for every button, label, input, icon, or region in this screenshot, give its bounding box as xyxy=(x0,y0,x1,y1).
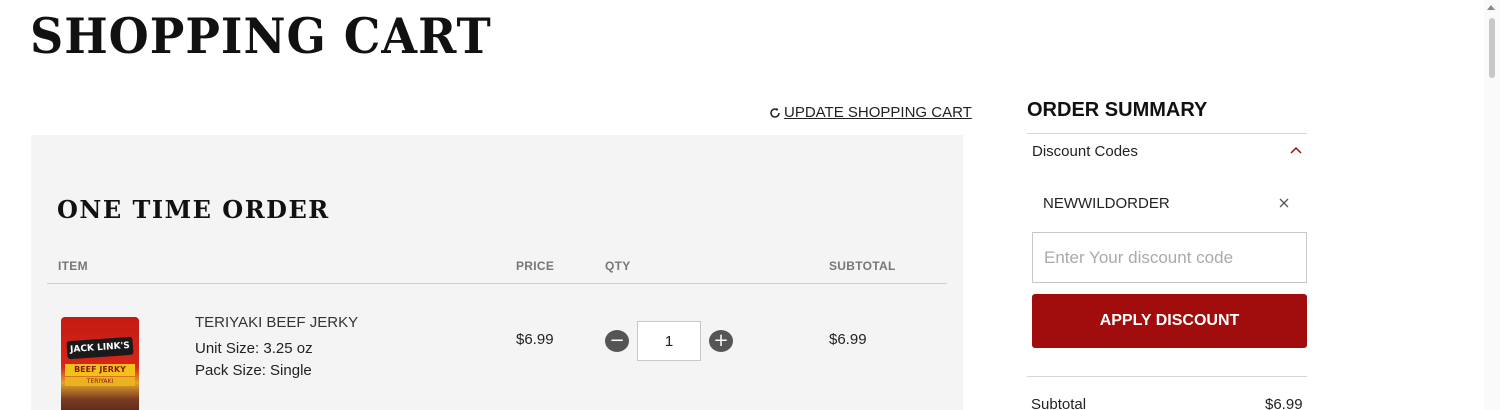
scroll-up-arrow[interactable] xyxy=(1487,5,1495,10)
discount-codes-label: Discount Codes xyxy=(1032,143,1138,160)
minus-icon: − xyxy=(609,330,625,351)
pack-size-row: Pack Size: Single xyxy=(195,362,312,379)
column-header-qty: QTY xyxy=(605,259,631,273)
order-summary-title: ORDER SUMMARY xyxy=(1027,99,1208,121)
summary-subtotal-value: $6.99 xyxy=(1265,396,1303,410)
qty-input[interactable] xyxy=(637,321,701,361)
discount-code-input[interactable] xyxy=(1032,232,1307,283)
refresh-icon xyxy=(770,107,780,118)
applied-discount-code: NEWWILDORDER xyxy=(1043,195,1170,212)
update-shopping-cart-label: UPDATE SHOPPING CART xyxy=(784,104,972,121)
unit-size-value: 3.25 oz xyxy=(263,340,313,357)
summary-divider-top xyxy=(1027,133,1307,134)
header-divider xyxy=(47,283,947,284)
pack-size-value: Single xyxy=(270,362,312,379)
product-flavor-label: TERIYAKI xyxy=(65,377,135,386)
update-shopping-cart-link[interactable]: UPDATE SHOPPING CART xyxy=(769,104,972,121)
summary-divider-bottom xyxy=(1027,376,1307,377)
unit-size-row: Unit Size: 3.25 oz xyxy=(195,340,313,357)
qty-decrease-button[interactable]: − xyxy=(605,330,629,352)
chevron-up-icon[interactable] xyxy=(1290,146,1302,154)
plus-icon: + xyxy=(713,330,729,351)
pack-size-label: Pack Size: xyxy=(195,362,266,379)
product-band-label: BEEF JERKY xyxy=(65,364,135,376)
scrollbar-thumb[interactable] xyxy=(1489,18,1495,78)
section-title: ONE TIME ORDER xyxy=(57,195,330,224)
item-price: $6.99 xyxy=(516,331,554,348)
close-icon[interactable] xyxy=(1277,196,1291,210)
item-name-link[interactable]: TERIYAKI BEEF JERKY xyxy=(195,314,358,331)
jerky-bag-image: JACK LINK'S BEEF JERKY TERIYAKI xyxy=(61,317,139,410)
column-header-subtotal: SUBTOTAL xyxy=(829,259,896,273)
item-subtotal: $6.99 xyxy=(829,331,867,348)
column-header-price: PRICE xyxy=(516,259,555,273)
page-title: SHOPPING CART xyxy=(30,8,492,65)
column-header-item: ITEM xyxy=(58,259,88,273)
apply-discount-button[interactable]: APPLY DISCOUNT xyxy=(1032,294,1307,348)
summary-subtotal-label: Subtotal xyxy=(1031,396,1087,410)
qty-increase-button[interactable]: + xyxy=(709,330,733,352)
cart-panel: ONE TIME ORDER ITEM PRICE QTY SUBTOTAL J… xyxy=(31,135,963,410)
unit-size-label: Unit Size: xyxy=(195,340,260,357)
product-image[interactable]: JACK LINK'S BEEF JERKY TERIYAKI xyxy=(61,317,139,410)
product-brand-logo: JACK LINK'S xyxy=(66,336,134,360)
discount-codes-toggle[interactable]: Discount Codes xyxy=(1032,143,1304,160)
